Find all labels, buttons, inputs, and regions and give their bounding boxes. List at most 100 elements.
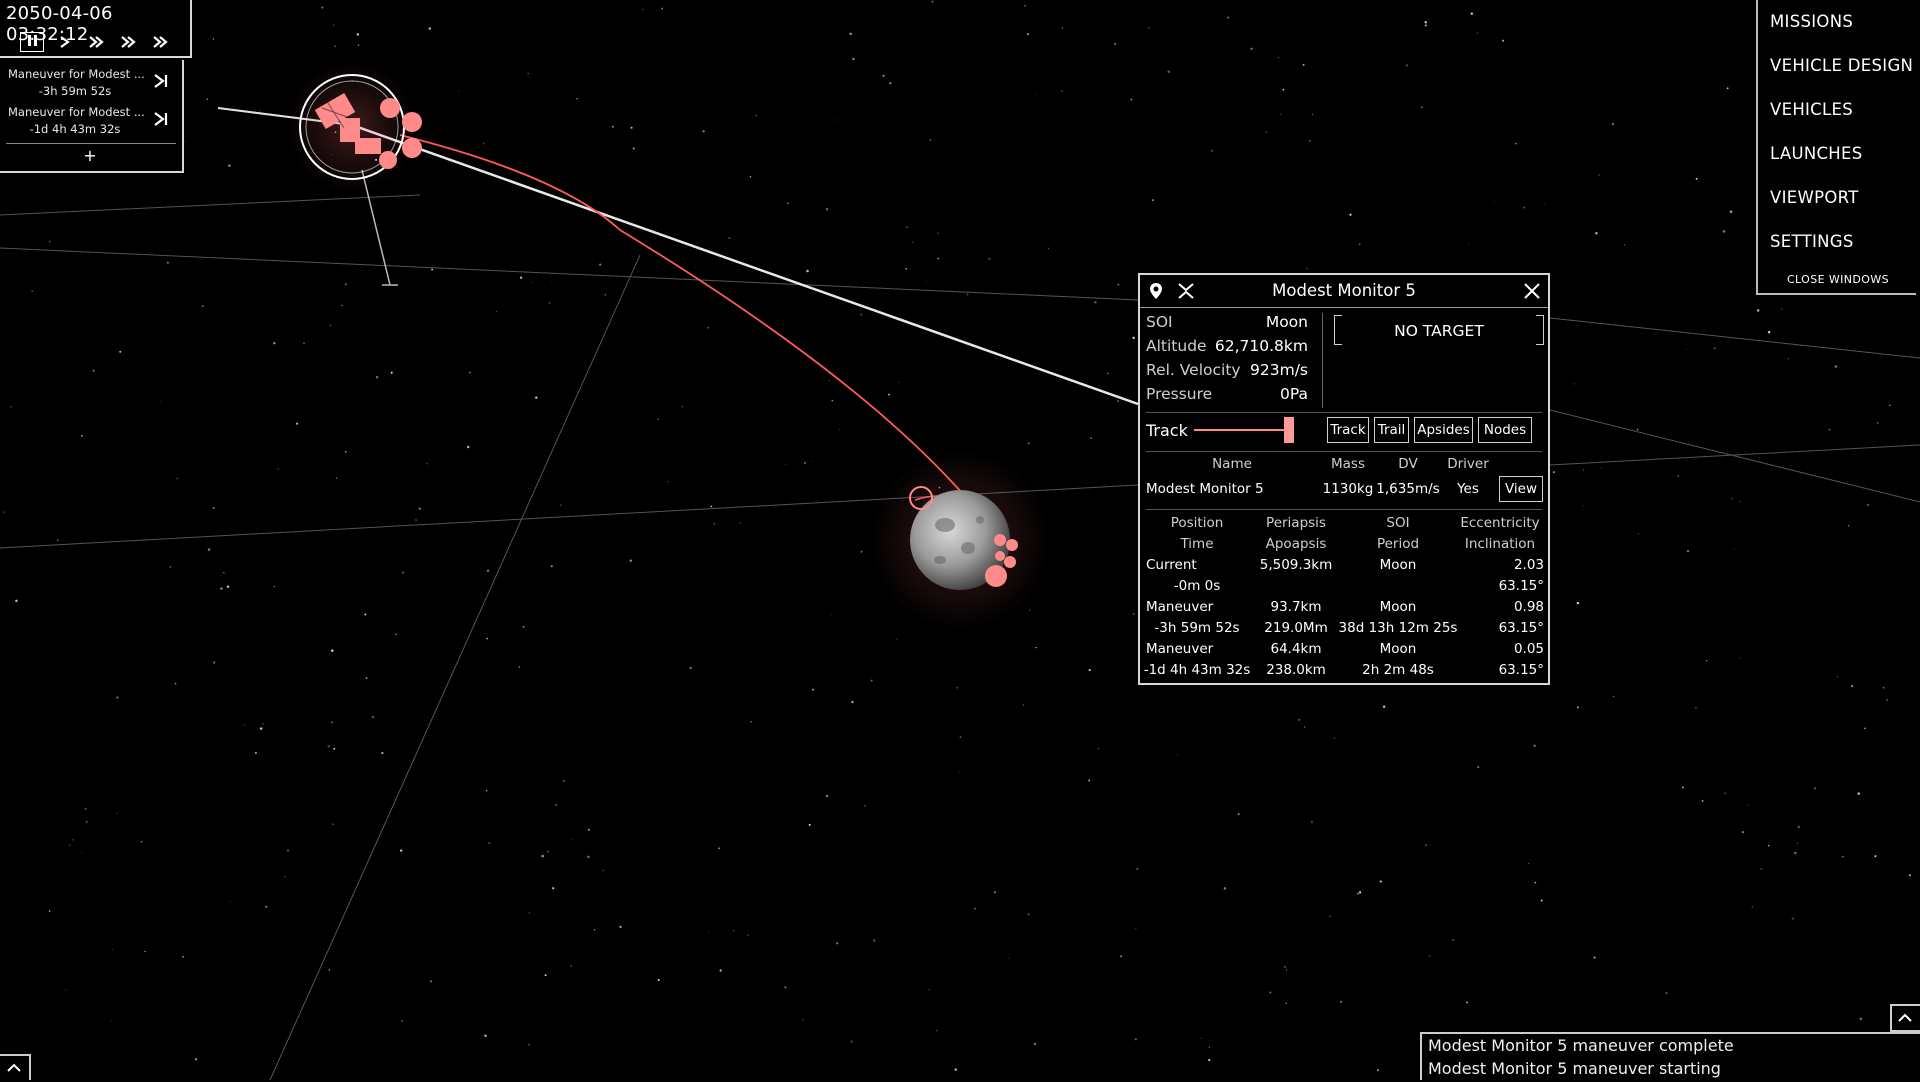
maneuver-list: Maneuver for Modest ... -3h 59m 52s Mane… [0, 60, 184, 173]
close-icon[interactable] [1523, 282, 1541, 300]
star [1864, 727, 1866, 730]
star [1424, 24, 1427, 27]
star [332, 823, 334, 825]
star [1026, 130, 1028, 132]
orbit-time: -1d 4h 43m 32s [1143, 662, 1251, 678]
star [870, 679, 873, 682]
star [898, 381, 900, 383]
space-viewport[interactable] [0, 0, 1920, 1080]
maneuver-item[interactable]: Maneuver for Modest ... -3h 59m 52s [0, 62, 184, 98]
fast-forward-4-button[interactable] [148, 32, 172, 52]
star [1739, 500, 1741, 502]
star [174, 682, 177, 685]
star [1760, 867, 1763, 870]
star [988, 257, 991, 260]
star [1729, 210, 1733, 213]
star [111, 949, 113, 951]
star [1029, 609, 1031, 611]
star [1333, 737, 1336, 739]
skip-to-maneuver-icon[interactable] [152, 72, 170, 90]
star [431, 268, 434, 271]
maneuver-item[interactable]: Maneuver for Modest ... -1d 4h 43m 32s [0, 100, 184, 136]
star [228, 164, 231, 167]
star [1136, 868, 1139, 870]
notification-log: Modest Monitor 5 maneuver complete Modes… [1420, 1032, 1920, 1080]
menu-item-vehicle-design[interactable]: VEHICLE DESIGN [1770, 56, 1913, 75]
star [1466, 1001, 1468, 1004]
track-slider[interactable] [1194, 429, 1294, 431]
star [1152, 199, 1154, 202]
menu-item-viewport[interactable]: VIEWPORT [1770, 188, 1859, 207]
orbit-periapsis: 93.7km [1270, 599, 1322, 615]
star [116, 812, 118, 814]
add-maneuver-button[interactable]: + [0, 146, 180, 165]
menu-item-launches[interactable]: LAUNCHES [1770, 144, 1863, 163]
orbit-apoapsis: 219.0Mm [1264, 620, 1328, 636]
track-button[interactable]: Track [1327, 417, 1369, 443]
menu-item-settings[interactable]: SETTINGS [1770, 232, 1854, 251]
orbit-periapsis: 64.4km [1270, 641, 1322, 657]
fast-forward-2-icon [89, 36, 104, 48]
star [518, 666, 521, 668]
star [1797, 842, 1799, 844]
star [1306, 268, 1308, 269]
star [426, 463, 428, 465]
star [1747, 804, 1749, 806]
play-button[interactable] [52, 32, 76, 52]
star [710, 505, 713, 508]
star [244, 724, 246, 726]
track-slider-handle[interactable] [1284, 417, 1294, 443]
vehicle-marker-icon[interactable] [287, 62, 422, 192]
maneuver-time: -3h 59m 52s [38, 84, 112, 98]
menu-item-missions[interactable]: MISSIONS [1770, 12, 1853, 31]
col-header-mass: Mass [1331, 456, 1365, 472]
star [15, 599, 18, 603]
star [212, 38, 214, 40]
star [92, 369, 95, 372]
star [1552, 471, 1555, 474]
fast-forward-3-button[interactable] [116, 32, 140, 52]
col-header-position: Position [1170, 515, 1224, 531]
orbit-soi: Moon [1379, 641, 1417, 657]
trail-button[interactable]: Trail [1374, 417, 1409, 443]
star [1312, 113, 1314, 115]
fast-forward-2-button[interactable] [84, 32, 108, 52]
close-windows-button[interactable]: CLOSE WINDOWS [1758, 273, 1918, 286]
star [1358, 891, 1362, 894]
moon-body[interactable] [870, 450, 1050, 630]
nodes-button[interactable]: Nodes [1478, 417, 1532, 443]
view-button[interactable]: View [1499, 476, 1543, 502]
star [1269, 991, 1272, 994]
star [201, 305, 204, 308]
pause-button[interactable] [20, 32, 44, 52]
star [1349, 213, 1352, 216]
star [1523, 206, 1526, 209]
star [629, 559, 632, 562]
star [1733, 548, 1735, 550]
star [160, 401, 162, 402]
apsides-button[interactable]: Apsides [1414, 417, 1473, 443]
star [1724, 792, 1727, 795]
notifications-toggle-button[interactable] [1890, 1004, 1920, 1032]
star [1132, 613, 1135, 615]
star [587, 855, 590, 859]
panel-toggle-button[interactable] [0, 1054, 31, 1080]
star [1036, 93, 1038, 95]
star [1098, 748, 1100, 749]
star [802, 1018, 804, 1021]
orbit-line-main [351, 123, 1139, 406]
divider [1140, 307, 1548, 308]
orbit-period: 38d 13h 12m 25s [1338, 620, 1458, 636]
star [1379, 880, 1382, 883]
star [527, 73, 529, 75]
skip-to-maneuver-icon[interactable] [152, 110, 170, 128]
star [594, 929, 596, 931]
menu-item-vehicles[interactable]: VEHICLES [1770, 100, 1853, 119]
star [167, 261, 169, 264]
star [642, 8, 644, 10]
star [334, 45, 337, 48]
star [1359, 243, 1361, 245]
star [1695, 177, 1698, 180]
star [1794, 851, 1797, 855]
target-selector[interactable]: NO TARGET [1334, 315, 1544, 347]
